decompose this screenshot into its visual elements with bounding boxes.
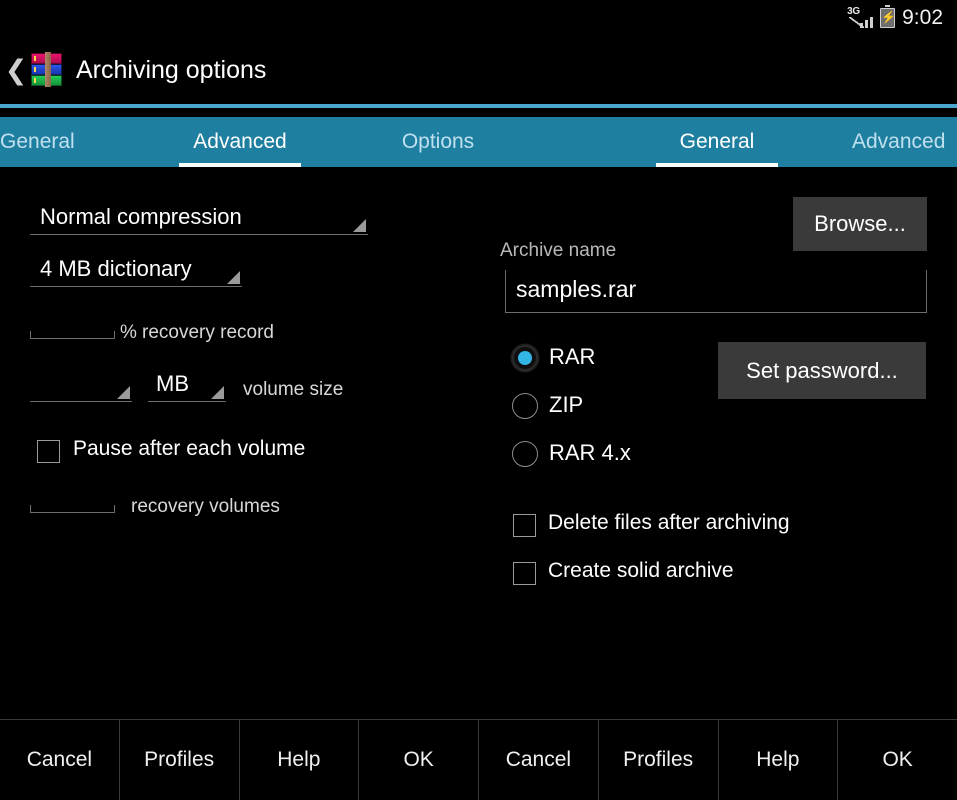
button-label: Cancel bbox=[505, 748, 572, 771]
profiles-button-right[interactable]: Profiles bbox=[599, 720, 719, 800]
format-label-rar4x: RAR 4.x bbox=[549, 440, 631, 465]
screenshot-left-advanced: 3G ⚡ 9:02 ❮ Archiving options bbox=[0, 0, 478, 800]
content-area: Normal compression 4 MB dictionary % rec… bbox=[478, 167, 957, 719]
button-label: Cancel bbox=[26, 748, 93, 771]
archive-name-value: samples.rar bbox=[516, 276, 637, 302]
volume-size-unit-spinner[interactable]: MB bbox=[148, 367, 226, 402]
help-button-left[interactable]: Help bbox=[240, 720, 360, 800]
tab-label: Advanced bbox=[852, 130, 946, 153]
pause-after-volume-label: Pause after each volume bbox=[73, 437, 306, 460]
tab-label: General bbox=[679, 130, 755, 153]
dictionary-size-spinner[interactable]: 4 MB dictionary bbox=[30, 252, 242, 287]
tab-advanced-left[interactable]: Advanced bbox=[160, 117, 320, 167]
recovery-record-input[interactable] bbox=[30, 331, 115, 339]
screenshot-right-general: 3G ⚡ 9:02 ❮ Archiving options bbox=[478, 0, 957, 800]
tab-bar: General Advanced Options General Advance… bbox=[478, 117, 957, 167]
accent-divider bbox=[0, 104, 478, 108]
recovery-volumes-label: recovery volumes bbox=[131, 496, 280, 517]
back-chevron-icon[interactable]: ❮ bbox=[4, 56, 28, 84]
recovery-record-label: recovery record bbox=[142, 322, 274, 343]
chevron-down-icon bbox=[117, 386, 130, 399]
create-solid-archive-label: Create solid archive bbox=[548, 559, 734, 582]
archive-name-input[interactable]: samples.rar bbox=[505, 270, 927, 313]
tab-general-left[interactable]: General bbox=[0, 117, 122, 167]
status-clock: 9:02 bbox=[902, 6, 943, 29]
delete-files-label: Delete files after archiving bbox=[548, 511, 790, 534]
content-area: Normal compression 4 MB dictionary % rec… bbox=[0, 167, 478, 719]
title-bar: ❮ Archiving options bbox=[0, 36, 478, 104]
format-radio-zip[interactable] bbox=[512, 393, 538, 419]
tab-label: Advanced bbox=[193, 130, 287, 153]
chevron-down-icon bbox=[227, 271, 240, 284]
network-type-label: 3G bbox=[847, 6, 860, 17]
tab-options-left[interactable]: Options bbox=[358, 117, 478, 167]
create-solid-archive-checkbox[interactable] bbox=[513, 562, 536, 585]
winrar-books-icon bbox=[26, 51, 64, 89]
button-label: OK bbox=[403, 748, 434, 771]
tab-advanced-right[interactable]: Advanced bbox=[835, 117, 957, 167]
dual-screenshot-comparison: 3G ⚡ 9:02 ❮ Archiving options bbox=[0, 0, 957, 800]
bottom-button-bar: Cancel Profiles Help OK Cancel Profiles … bbox=[0, 719, 478, 800]
cancel-button-right[interactable]: Cancel bbox=[479, 720, 599, 800]
volume-size-label: volume size bbox=[243, 379, 344, 400]
cancel-button-left[interactable]: Cancel bbox=[0, 720, 120, 800]
status-bar: 3G ⚡ 9:02 bbox=[478, 0, 957, 36]
recovery-volumes-input[interactable] bbox=[30, 505, 115, 513]
pause-after-volume-checkbox[interactable] bbox=[37, 440, 60, 463]
compression-level-spinner[interactable]: Normal compression bbox=[30, 200, 368, 235]
tab-general-right[interactable]: General bbox=[637, 117, 797, 167]
help-button-right[interactable]: Help bbox=[719, 720, 839, 800]
delete-files-checkbox[interactable] bbox=[513, 514, 536, 537]
profiles-button-left[interactable]: Profiles bbox=[120, 720, 240, 800]
ok-button-left[interactable]: OK bbox=[359, 720, 478, 800]
bottom-button-bar: Cancel Profiles Help OK Cancel Profiles … bbox=[478, 719, 957, 800]
title-bar: ❮ Archiving options bbox=[478, 36, 957, 104]
archive-name-label: Archive name bbox=[500, 240, 617, 261]
tab-label: Options bbox=[401, 130, 475, 153]
format-radio-rar4x[interactable] bbox=[512, 441, 538, 467]
button-label: OK bbox=[882, 748, 913, 771]
button-label: Profiles bbox=[623, 748, 694, 771]
signal-3g-icon: 3G bbox=[847, 6, 874, 29]
volume-size-input[interactable] bbox=[30, 367, 132, 402]
tab-bar: General Advanced Options General Advance… bbox=[0, 117, 478, 167]
ok-button-right[interactable]: OK bbox=[838, 720, 957, 800]
format-label-rar: RAR bbox=[549, 344, 596, 369]
tab-options-left[interactable]: Options bbox=[478, 117, 518, 167]
compression-level-value: Normal compression bbox=[40, 204, 242, 229]
tab-label: General bbox=[0, 130, 75, 153]
set-password-button-label: Set password... bbox=[746, 357, 898, 383]
accent-divider bbox=[478, 104, 957, 108]
recovery-record-unit: % bbox=[120, 322, 137, 343]
format-label-zip: ZIP bbox=[549, 392, 584, 417]
chevron-down-icon bbox=[353, 219, 366, 232]
button-label: Profiles bbox=[144, 748, 215, 771]
button-label: Help bbox=[277, 748, 321, 771]
browse-button-label: Browse... bbox=[814, 211, 906, 236]
battery-charging-icon: ⚡ bbox=[880, 5, 896, 28]
format-radio-rar[interactable] bbox=[512, 345, 538, 371]
dictionary-size-value: 4 MB dictionary bbox=[40, 256, 192, 281]
set-password-button[interactable]: Set password... bbox=[718, 342, 926, 399]
status-bar: 3G ⚡ 9:02 bbox=[0, 0, 478, 36]
page-title: Archiving options bbox=[76, 55, 267, 84]
chevron-down-icon bbox=[211, 386, 224, 399]
browse-button[interactable]: Browse... bbox=[793, 197, 927, 251]
button-label: Help bbox=[756, 748, 800, 771]
